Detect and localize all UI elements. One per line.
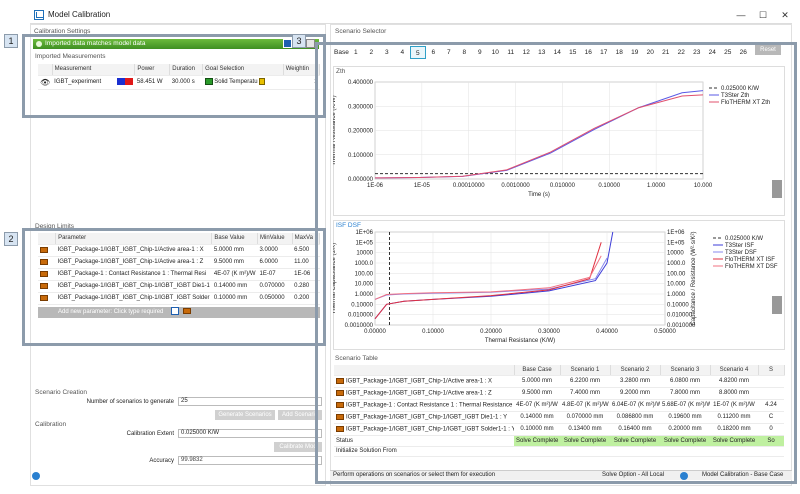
window-titlebar: Model Calibration — ☐ ✕ [30,6,792,24]
callout-box-1 [22,34,326,118]
accuracy-value: 99.9832 [178,456,322,465]
num-scenarios-input[interactable]: 25 [178,397,322,406]
scenario-selector-header: Scenario Selector [335,28,387,35]
window-title: Model Calibration [48,10,111,19]
callout-box-3 [315,42,797,484]
maximize-button[interactable]: ☐ [756,8,770,22]
scenario-creation-header: Scenario Creation [35,389,88,396]
app-chart-icon [34,10,44,20]
num-scenarios-label: Number of scenarios to generate [86,399,174,405]
minimize-button[interactable]: — [734,8,748,22]
callout-number-3: 3 [292,34,306,48]
close-button[interactable]: ✕ [778,8,792,22]
help-icon[interactable] [32,472,40,480]
accuracy-label: Accuracy [149,458,174,464]
calibration-header: Calibration [35,421,67,428]
calibration-extent-label: Calibration Extent [126,431,174,437]
calibration-extent-input[interactable]: 0.025000 K/W [178,429,322,438]
callout-number-1: 1 [4,34,18,48]
callout-number-2: 2 [4,232,18,246]
generate-scenarios-button[interactable]: Generate Scenarios [215,410,275,420]
callout-box-2 [22,228,326,346]
